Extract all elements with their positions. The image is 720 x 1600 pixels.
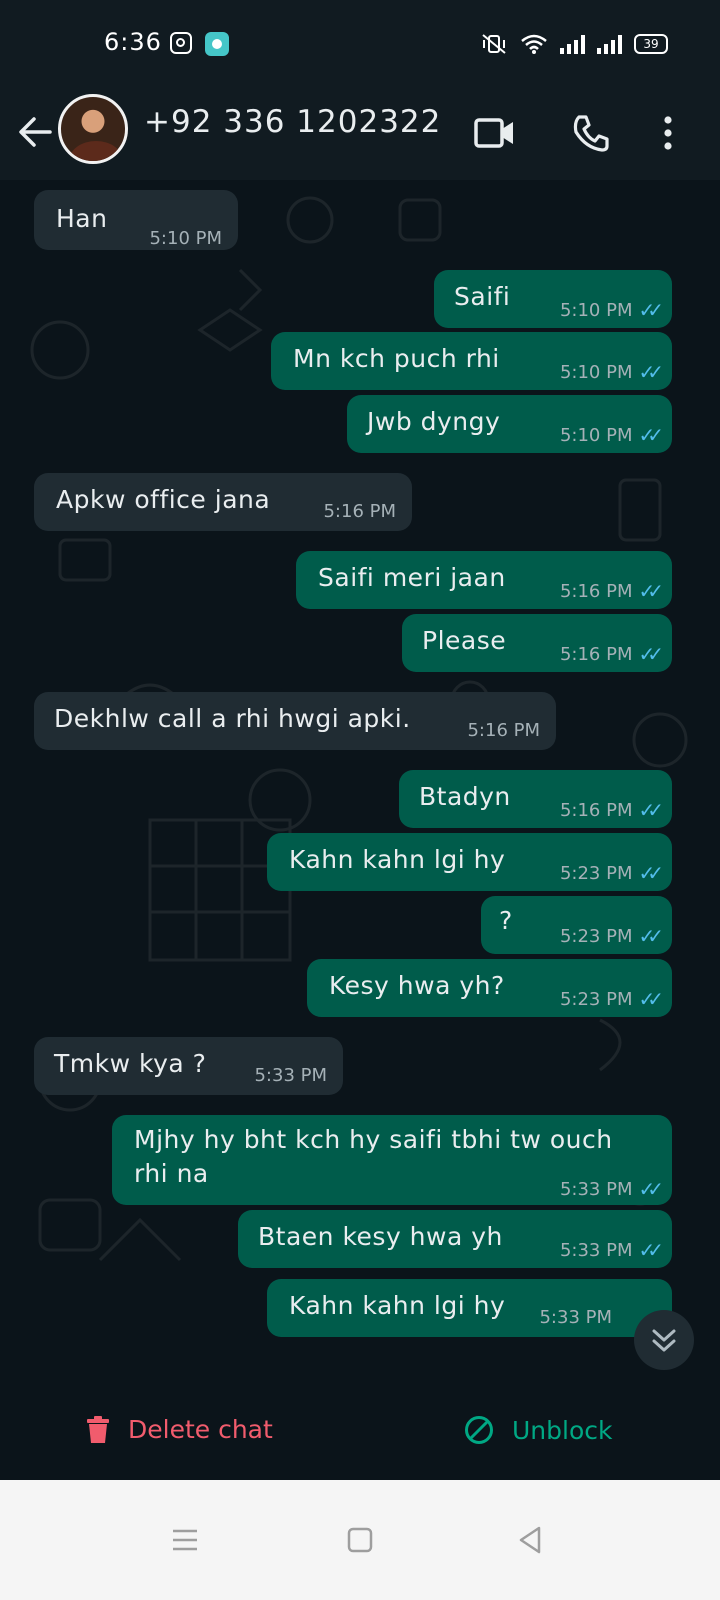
- message-time: 5:33 PM: [254, 1065, 327, 1086]
- read-receipt-icon: ✓✓: [638, 1177, 663, 1201]
- message-text: Kahn kahn lgi hy: [289, 1291, 506, 1320]
- home-nav-icon[interactable]: [335, 1515, 385, 1565]
- battery-icon: 39: [634, 34, 668, 54]
- message-bubble-outgoing[interactable]: ? 5:23 PM ✓✓: [481, 896, 672, 954]
- message-time: 5:23 PM ✓✓: [559, 924, 664, 948]
- block-icon: [465, 1416, 493, 1444]
- more-options-icon[interactable]: [650, 108, 686, 158]
- message-bubble-incoming[interactable]: Dekhlw call a rhi hwgi apki. 5:16 PM: [34, 692, 556, 750]
- message-text-line-1: Mjhy hy bht kch hy saifi tbhi tw ouch: [134, 1125, 613, 1154]
- message-bubble-outgoing[interactable]: Kahn kahn lgi hy 5:33 PM: [267, 1279, 672, 1337]
- message-bubble-outgoing[interactable]: Kesy hwa yh? 5:23 PM ✓✓: [307, 959, 672, 1017]
- read-receipt-icon: ✓✓: [638, 298, 663, 322]
- back-nav-icon[interactable]: [505, 1515, 555, 1565]
- message-text: Kesy hwa yh?: [329, 971, 505, 1000]
- message-bubble-outgoing[interactable]: Saifi 5:10 PM ✓✓: [434, 270, 672, 328]
- message-text: Dekhlw call a rhi hwgi apki.: [54, 704, 411, 733]
- message-time: 5:10 PM ✓✓: [559, 423, 664, 447]
- message-time: 5:10 PM: [149, 228, 222, 249]
- avatar[interactable]: [58, 94, 128, 164]
- read-receipt-icon: ✓✓: [638, 987, 663, 1011]
- menu-nav-icon[interactable]: [160, 1515, 210, 1565]
- message-bubble-outgoing[interactable]: Btaen kesy hwa yh 5:33 PM ✓✓: [238, 1210, 672, 1268]
- status-indicators: 39: [480, 30, 668, 58]
- message-bubble-outgoing[interactable]: Please 5:16 PM ✓✓: [402, 614, 672, 672]
- message-text: Please: [422, 626, 507, 655]
- scroll-to-bottom-button[interactable]: [634, 1310, 694, 1370]
- message-bubble-incoming[interactable]: Han 5:10 PM: [34, 190, 238, 250]
- wifi-icon: [521, 34, 547, 54]
- unblock-button[interactable]: Unblock: [464, 1415, 612, 1445]
- read-receipt-icon: ✓✓: [638, 423, 663, 447]
- app-notification-icon: [205, 32, 229, 56]
- message-bubble-outgoing[interactable]: Btadyn 5:16 PM ✓✓: [399, 770, 672, 828]
- vibrate-mute-icon: [482, 34, 506, 54]
- voice-call-icon[interactable]: [566, 108, 616, 158]
- video-call-icon[interactable]: [470, 108, 520, 158]
- message-text: Jwb dyngy: [367, 407, 501, 436]
- message-text: Han: [56, 204, 108, 233]
- message-text: Mn kch puch rhi: [293, 344, 500, 373]
- read-receipt-icon: ✓✓: [638, 1238, 663, 1262]
- unblock-label: Unblock: [512, 1415, 613, 1445]
- message-text: Btadyn: [419, 782, 511, 811]
- message-bubble-incoming[interactable]: Apkw office jana 5:16 PM: [34, 473, 412, 531]
- message-text: Apkw office jana: [56, 485, 271, 514]
- status-time: 6:36: [104, 28, 162, 56]
- message-time: 5:33 PM: [539, 1307, 612, 1328]
- read-receipt-icon: ✓✓: [638, 642, 663, 666]
- message-text: ?: [499, 906, 513, 935]
- instagram-notification-icon: [170, 32, 192, 54]
- status-bar: 6:36 39: [0, 0, 720, 90]
- message-time: 5:16 PM ✓✓: [559, 579, 664, 603]
- message-time: 5:16 PM: [467, 720, 540, 741]
- back-arrow-icon[interactable]: [16, 110, 56, 154]
- delete-chat-label: Delete chat: [128, 1415, 273, 1444]
- message-bubble-outgoing[interactable]: Saifi meri jaan 5:16 PM ✓✓: [296, 551, 672, 609]
- blocked-contact-actions: Delete chat Unblock: [0, 1380, 720, 1480]
- read-receipt-icon: ✓✓: [638, 579, 663, 603]
- message-time: 5:10 PM ✓✓: [559, 298, 664, 322]
- message-text: Btaen kesy hwa yh: [258, 1222, 503, 1251]
- message-bubble-outgoing[interactable]: Mjhy hy bht kch hy saifi tbhi tw ouch rh…: [112, 1115, 672, 1205]
- system-navigation-bar: [0, 1480, 720, 1600]
- contact-name[interactable]: +92 336 1202322: [144, 104, 441, 140]
- double-chevron-down-icon: [652, 1329, 676, 1352]
- message-text: Saifi meri jaan: [318, 563, 506, 592]
- delete-chat-button[interactable]: Delete chat: [86, 1415, 273, 1444]
- message-text: Tmkw kya ?: [54, 1049, 207, 1078]
- message-time: 5:16 PM: [323, 501, 396, 522]
- chat-messages[interactable]: Han 5:10 PM Saifi 5:10 PM ✓✓ Mn kch puch …: [0, 180, 720, 1380]
- read-receipt-icon: ✓✓: [638, 861, 663, 885]
- message-bubble-outgoing[interactable]: Jwb dyngy 5:10 PM ✓✓: [347, 395, 672, 453]
- read-receipt-icon: ✓✓: [638, 924, 663, 948]
- message-time: 5:33 PM ✓✓: [559, 1177, 664, 1201]
- chat-header: +92 336 1202322: [0, 90, 720, 180]
- message-time: 5:33 PM ✓✓: [559, 1238, 664, 1262]
- message-bubble-incoming[interactable]: Tmkw kya ? 5:33 PM: [34, 1037, 343, 1095]
- message-bubble-outgoing[interactable]: Mn kch puch rhi 5:10 PM ✓✓: [271, 332, 672, 390]
- signal-icon-2: [597, 34, 622, 54]
- message-time: 5:23 PM ✓✓: [559, 861, 664, 885]
- message-time: 5:23 PM ✓✓: [559, 987, 664, 1011]
- message-time: 5:16 PM ✓✓: [559, 798, 664, 822]
- signal-icon-1: [560, 34, 585, 54]
- message-time: 5:16 PM ✓✓: [559, 642, 664, 666]
- read-receipt-icon: ✓✓: [638, 798, 663, 822]
- message-time: 5:10 PM ✓✓: [559, 360, 664, 384]
- trash-icon: [87, 1415, 109, 1443]
- message-bubble-outgoing[interactable]: Kahn kahn lgi hy 5:23 PM ✓✓: [267, 833, 672, 891]
- message-text-line-2: rhi na: [134, 1159, 209, 1188]
- read-receipt-icon: ✓✓: [638, 360, 663, 384]
- message-text: Kahn kahn lgi hy: [289, 845, 506, 874]
- message-text: Saifi: [454, 282, 511, 311]
